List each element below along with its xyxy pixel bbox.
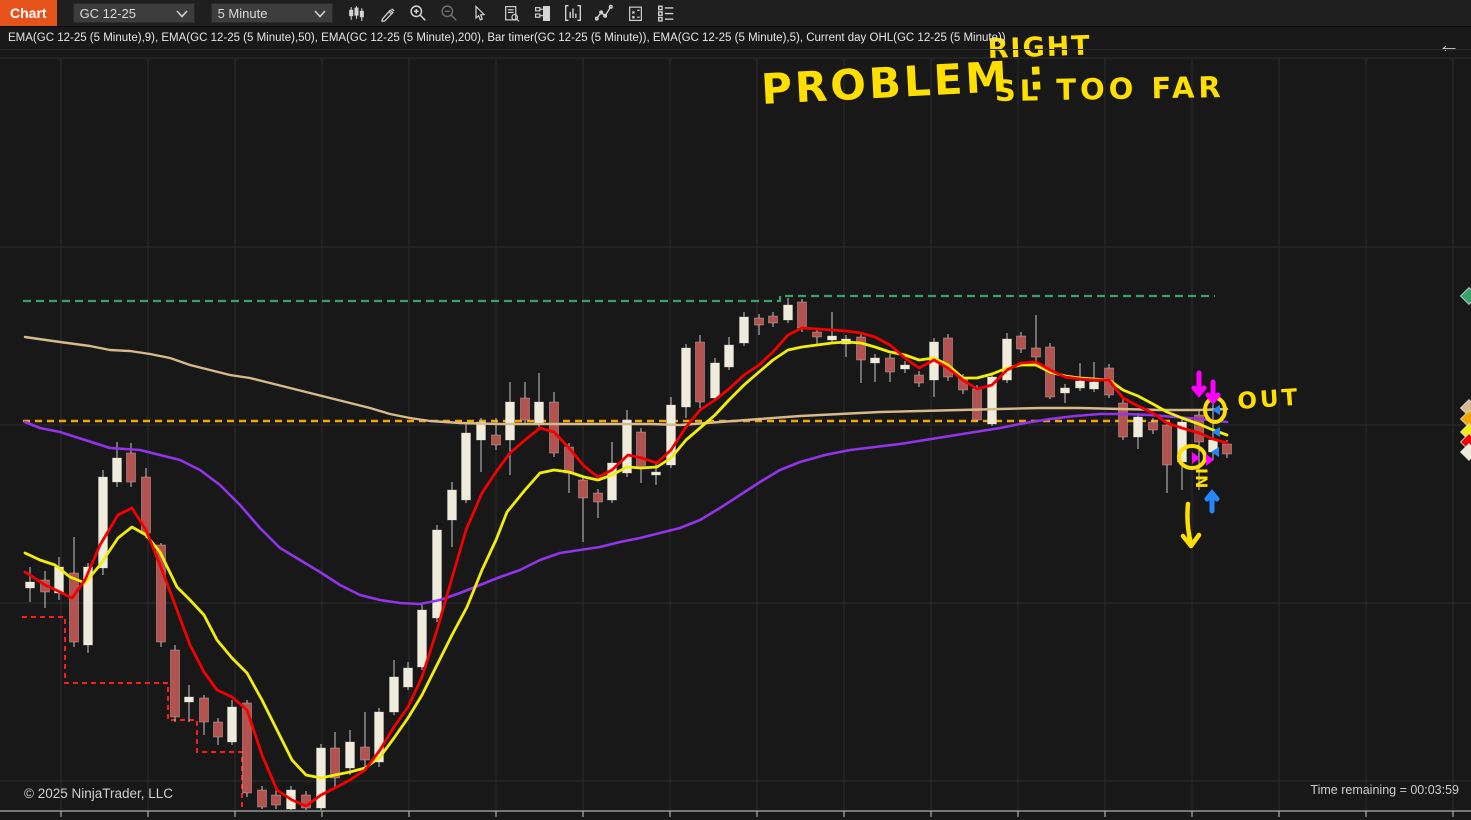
candle-body: [900, 364, 910, 370]
candle-body: [447, 489, 457, 521]
candle-body: [812, 331, 822, 338]
magenta-down-arrow: [1205, 379, 1221, 405]
candle-body: [754, 317, 764, 326]
candle-body: [213, 721, 223, 738]
candle-body: [461, 432, 471, 501]
magenta-down-arrow: [1191, 370, 1207, 398]
candle-body: [710, 362, 720, 399]
data-box-icon[interactable]: [502, 4, 521, 23]
candle-body: [1016, 335, 1026, 350]
candle-body: [184, 696, 194, 703]
cursor-icon[interactable]: [471, 4, 490, 23]
candle-body: [739, 316, 749, 344]
candle-body: [257, 789, 267, 808]
candle-body: [491, 434, 501, 446]
candle-body: [403, 667, 413, 688]
candle-body: [885, 357, 895, 373]
zoom-out-icon[interactable]: [440, 4, 459, 23]
candle-body: [534, 401, 544, 424]
candle-body: [972, 388, 982, 421]
price-markers: [1459, 286, 1471, 462]
chevron-down-icon: [175, 6, 188, 21]
candle-body: [827, 335, 837, 341]
candle-body: [783, 304, 793, 321]
candle-body: [345, 741, 355, 769]
gridlines: [0, 57, 1471, 810]
handwritten-note: IN: [1192, 468, 1211, 489]
candle-body: [578, 479, 588, 499]
draw-pencil-icon[interactable]: [378, 4, 397, 23]
candle-body: [1031, 347, 1041, 358]
indicator-header: EMA(GC 12-25 (5 Minute),9), EMA(GC 12-25…: [0, 27, 1471, 50]
candle-body: [797, 301, 807, 329]
candle-body: [112, 457, 122, 483]
current-day-high-line: [23, 294, 1215, 303]
chevron-down-icon: [313, 6, 326, 21]
candle-body: [681, 347, 691, 408]
candle-body: [856, 336, 866, 361]
candle-body: [432, 529, 442, 619]
interval-select[interactable]: 5 Minute: [210, 3, 333, 23]
ema5-line: [23, 326, 1229, 808]
candle-body: [505, 401, 515, 441]
instrument-select-value: GC 12-25: [79, 5, 136, 21]
candle-body: [622, 419, 632, 474]
candle-body: [768, 315, 778, 324]
candle-body: [651, 471, 661, 476]
candle-body: [417, 609, 427, 668]
ninjatrader-chart-window: PROBLEM : RIGHT SL TOO FAR OUT IN Chart GC 1…: [0, 0, 1471, 820]
candle-body: [549, 401, 559, 454]
handwritten-note: SL TOO FAR: [995, 70, 1225, 108]
candle-body: [593, 492, 603, 503]
candle-body: [271, 794, 281, 806]
candle-body: [914, 374, 924, 384]
candle-body: [1222, 443, 1232, 455]
candle-body: [636, 431, 646, 468]
candle-body: [870, 357, 880, 364]
candles: [25, 298, 1232, 810]
toolbar-icons: [347, 4, 676, 23]
candle-body: [126, 452, 136, 483]
zoom-in-icon[interactable]: [409, 4, 428, 23]
candle-body: [360, 746, 370, 761]
candle-body: [25, 581, 35, 589]
tab-chart[interactable]: Chart: [0, 0, 57, 26]
candle-body: [69, 572, 79, 643]
bar-timer-label: Time remaining = 00:03:59: [1310, 783, 1459, 797]
copyright-label: © 2025 NinjaTrader, LLC: [24, 786, 174, 801]
day-high-marker: [1459, 286, 1471, 306]
yellow-down-arrow: [1180, 501, 1202, 549]
candle-body: [1060, 387, 1070, 394]
candlestick-style-icon[interactable]: [347, 4, 366, 23]
candle-body: [724, 344, 734, 368]
polyline-tool-icon[interactable]: [595, 4, 614, 23]
candle-body: [1133, 416, 1143, 438]
candle-body: [520, 397, 530, 421]
candle-body: [1162, 424, 1172, 466]
candle-body: [1148, 421, 1158, 431]
candle-body: [199, 697, 209, 723]
handwritten-note: OUT: [1237, 385, 1302, 415]
candle-body: [1075, 380, 1085, 389]
candle-body: [389, 676, 399, 713]
interval-select-value: 5 Minute: [217, 5, 268, 21]
candle-body: [170, 649, 180, 718]
list-icon[interactable]: [657, 4, 676, 23]
blue-up-arrow: [1204, 489, 1220, 514]
candle-body: [1089, 381, 1099, 390]
candle-body: [695, 341, 705, 403]
candle-body: [227, 706, 237, 743]
instrument-select[interactable]: GC 12-25: [72, 3, 195, 23]
price-chart[interactable]: PROBLEM :RIGHTSL TOO FAROUTIN: [0, 0, 1471, 820]
toolbar: Chart GC 12-25 5 Minute: [0, 0, 1471, 27]
chart-bars-icon[interactable]: [564, 4, 583, 23]
strategy-clipboard-icon[interactable]: [626, 4, 645, 23]
hand-annotations: PROBLEM :RIGHTSL TOO FAROUTIN: [760, 30, 1302, 549]
indicator-panel-icon[interactable]: [533, 4, 552, 23]
